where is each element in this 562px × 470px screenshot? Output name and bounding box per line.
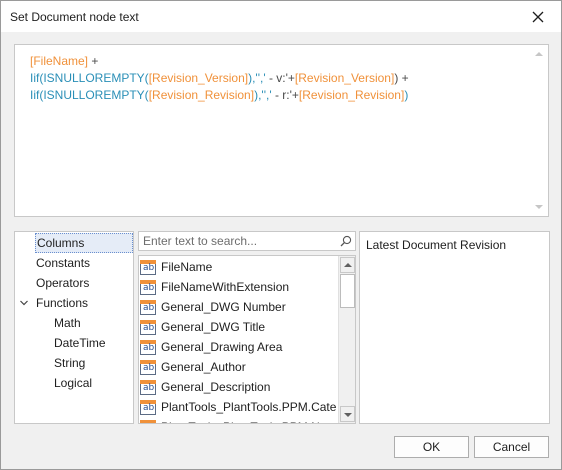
arrow-down-icon — [344, 413, 352, 417]
description-panel: Latest Document Revision — [359, 231, 550, 424]
text-field-icon: ab — [140, 280, 156, 295]
tree-item-datetime[interactable]: DateTime — [54, 333, 106, 353]
tree-item-label: String — [54, 356, 86, 370]
list-item[interactable]: ab PlantTools_PlantTools.PPM.Categ... — [140, 397, 336, 417]
title-bar: Set Document node text — [1, 1, 561, 32]
list-item[interactable]: ab General_Drawing Area — [140, 337, 336, 357]
dialog-window: Set Document node text [FileName] + Iif(… — [0, 0, 562, 470]
description-text: Latest Document Revision — [366, 238, 507, 252]
list-item[interactable]: ab FileName — [140, 257, 336, 277]
list-scrollbar[interactable] — [338, 256, 355, 423]
tree-item-string[interactable]: String — [54, 353, 85, 373]
text-field-icon: ab — [140, 420, 156, 423]
text-field-icon-label: ab — [143, 263, 155, 273]
tree-item-math[interactable]: Math — [54, 313, 81, 333]
list-item[interactable]: ab FileNameWithExtension — [140, 277, 336, 297]
text-field-icon: ab — [140, 300, 156, 315]
expression-token: ) + — [394, 71, 409, 85]
text-field-icon-label: ab — [143, 323, 155, 333]
tree-item-label: Logical — [54, 376, 93, 390]
columns-list: ab FileName ab FileNameWithExtension ab Gener… — [138, 255, 356, 424]
tree-item-logical[interactable]: Logical — [54, 373, 92, 393]
expression-token: - r:'+ — [271, 88, 299, 102]
text-field-icon-label: ab — [143, 283, 155, 293]
text-field-icon-label: ab — [143, 383, 155, 393]
text-field-icon: ab — [140, 380, 156, 395]
scroll-thumb[interactable] — [340, 274, 355, 308]
expression-token: - v:'+ — [265, 71, 295, 85]
tree-item-label: DateTime — [54, 336, 106, 350]
ok-button[interactable]: OK — [394, 436, 469, 458]
editor-scrollbar[interactable] — [531, 45, 548, 216]
chevron-down-icon[interactable] — [20, 300, 28, 306]
list-item-label: General_Description — [161, 380, 271, 394]
tree-item-label: Columns — [37, 236, 85, 250]
tree-item-label: Math — [54, 316, 81, 330]
category-tree: Columns Constants Operators Functions Ma… — [14, 231, 134, 424]
list-item[interactable]: ab General_Author — [140, 357, 336, 377]
expression-token: ) — [404, 88, 409, 102]
window-title: Set Document node text — [10, 10, 139, 24]
close-button[interactable] — [515, 1, 561, 32]
tree-item-label: Constants — [36, 256, 91, 270]
text-field-icon-label: ab — [143, 363, 155, 373]
expression-editor[interactable]: [FileName] + Iif(ISNULLOREMPTY([Revision… — [14, 44, 549, 217]
close-icon — [532, 11, 544, 22]
list-item-label: PlantTools_PlantTools.PPM.Categ... — [161, 400, 336, 414]
cancel-button[interactable]: Cancel — [474, 436, 549, 458]
search-input[interactable] — [139, 232, 335, 250]
expression-token: Iif(ISNULLOREMPTY( — [30, 88, 149, 102]
scroll-down-button[interactable] — [340, 406, 355, 422]
text-field-icon: ab — [140, 340, 156, 355]
expression-text[interactable]: [FileName] + Iif(ISNULLOREMPTY([Revision… — [30, 53, 409, 104]
list-item-label: General_DWG Number — [161, 300, 286, 314]
list-item-label: General_Drawing Area — [161, 340, 283, 354]
expression-token: [FileName] — [30, 54, 89, 68]
list-item[interactable]: ab General_Description — [140, 377, 336, 397]
list-item[interactable]: ab PlantTools_PlantTools.PPM.Next... — [140, 417, 336, 423]
text-field-icon-label: ab — [143, 403, 155, 413]
list-item-label: FileNameWithExtension — [161, 280, 290, 294]
tree-item-label: Functions — [36, 296, 89, 310]
list-item[interactable]: ab General_DWG Title — [140, 317, 336, 337]
expression-token: [Revision_Version] — [148, 71, 249, 85]
search-box — [138, 231, 356, 251]
expression-token: [Revision_Revision] — [148, 88, 255, 102]
text-field-icon: ab — [140, 320, 156, 335]
expression-token: [Revision_Revision] — [298, 88, 405, 102]
text-field-icon: ab — [140, 260, 156, 275]
expression-token: [Revision_Version] — [294, 71, 395, 85]
text-field-icon-label: ab — [143, 343, 155, 353]
expression-token: ),'',' — [248, 71, 266, 85]
arrow-up-icon — [344, 263, 352, 267]
list-item-label: FileName — [161, 260, 213, 274]
text-field-icon-label: ab — [143, 303, 155, 313]
tree-item-label: Operators — [36, 276, 90, 290]
list-item-label: General_DWG Title — [161, 320, 266, 334]
list-item-label: PlantTools_PlantTools.PPM.Next... — [161, 420, 336, 423]
text-field-icon: ab — [140, 400, 156, 415]
list-item[interactable]: ab General_DWG Number — [140, 297, 336, 317]
scroll-up-arrow-icon[interactable] — [535, 52, 543, 56]
tree-item-columns[interactable]: Columns — [35, 233, 133, 253]
tree-item-constants[interactable]: Constants — [36, 253, 90, 273]
scroll-down-arrow-icon[interactable] — [535, 205, 543, 209]
text-field-icon: ab — [140, 360, 156, 375]
expression-token: ),'',' — [254, 88, 272, 102]
expression-token: Iif(ISNULLOREMPTY( — [30, 71, 149, 85]
list-item-label: General_Author — [161, 360, 246, 374]
scroll-up-button[interactable] — [340, 257, 355, 273]
tree-item-operators[interactable]: Operators — [36, 273, 89, 293]
expression-token: + — [88, 54, 99, 68]
search-icon[interactable] — [340, 235, 352, 247]
tree-item-functions[interactable]: Functions — [36, 293, 88, 313]
